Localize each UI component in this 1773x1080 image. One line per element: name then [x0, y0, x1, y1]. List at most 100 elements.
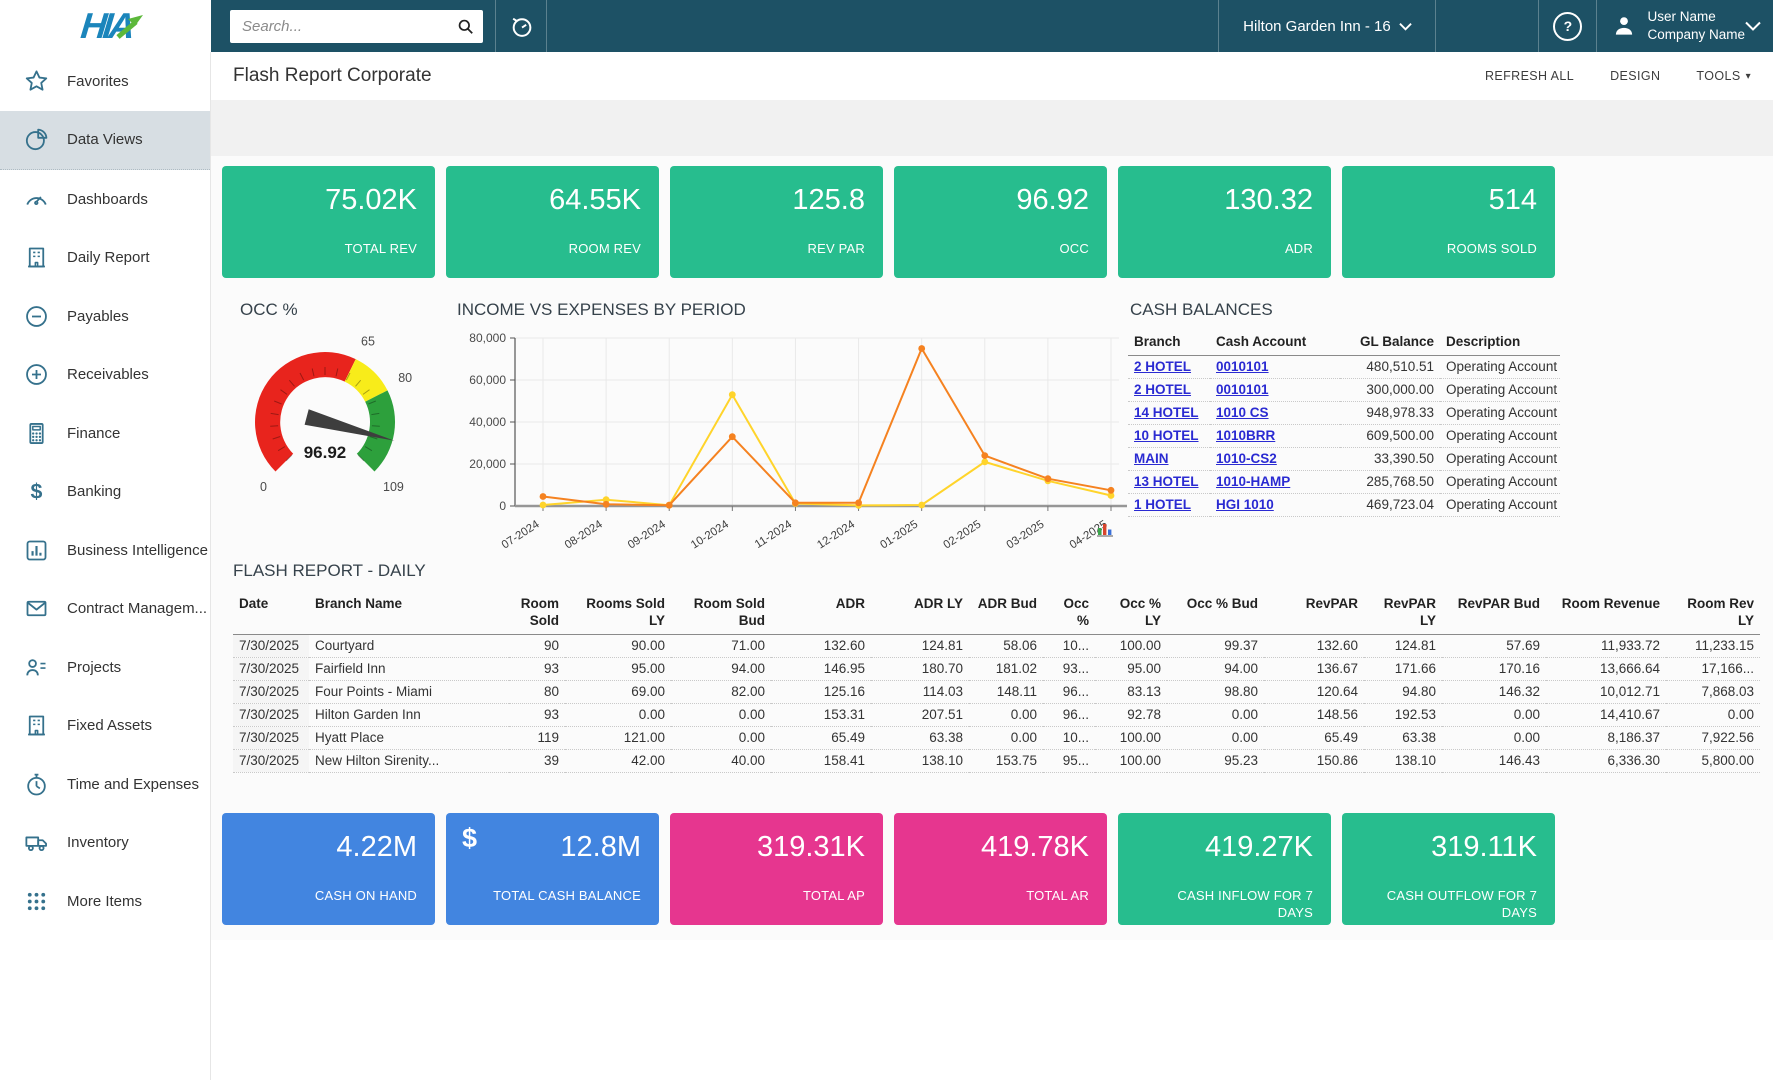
kpi-card-cash-inflow-for-7-days[interactable]: 419.27KCASH INFLOW FOR 7 DAYS — [1118, 813, 1331, 925]
company-name: Company Name — [1647, 26, 1745, 44]
chart-context-menu-icon[interactable] — [1096, 520, 1114, 538]
table-cell: 146.32 — [1442, 680, 1546, 703]
expand-panel-button[interactable] — [1745, 21, 1761, 32]
sidebar-item-contract-managem[interactable]: Contract Managem... — [0, 580, 210, 639]
table-row: 2 HOTEL0010101300,000.00Operating Accoun… — [1128, 378, 1560, 401]
kpi-value: 4.22M — [336, 831, 417, 864]
user-icon — [1611, 13, 1637, 39]
kpi-card-total-ar[interactable]: 419.78KTOTAL AR — [894, 813, 1107, 925]
truck-icon — [22, 829, 50, 857]
kpi-card-total-cash-balance[interactable]: $12.8MTOTAL CASH BALANCE — [446, 813, 659, 925]
separator — [546, 0, 547, 52]
sidebar-item-label: Inventory — [67, 834, 129, 851]
table-row: 10 HOTEL1010BRR609,500.00Operating Accou… — [1128, 424, 1560, 447]
hotel-selector-dropdown[interactable]: Hilton Garden Inn - 16 — [1219, 0, 1435, 52]
svg-text:03-2025: 03-2025 — [1005, 518, 1047, 551]
table-cell: Four Points - Miami — [309, 680, 509, 703]
table-cell: 148.56 — [1264, 703, 1364, 726]
column-header: Room Rev LY — [1666, 592, 1760, 634]
person-list-icon — [22, 653, 50, 681]
sidebar-item-dashboards[interactable]: Dashboards — [0, 170, 210, 229]
cash-account-link[interactable]: 0010101 — [1216, 359, 1269, 374]
table-cell: 153.31 — [771, 703, 871, 726]
cash-account-link[interactable]: 1010BRR — [1216, 428, 1275, 443]
table-cell: 13,666.64 — [1546, 657, 1666, 680]
user-menu[interactable]: User Name Company Name — [1611, 8, 1745, 44]
column-header: ADR Bud — [969, 592, 1043, 634]
cash-account-link[interactable]: HGI 1010 — [1216, 497, 1274, 512]
kpi-card-occ[interactable]: 96.92OCC — [894, 166, 1107, 278]
separator — [1435, 0, 1436, 52]
search-icon[interactable] — [456, 17, 475, 36]
kpi-card-cash-on-hand[interactable]: 4.22MCASH ON HAND — [222, 813, 435, 925]
sidebar-item-more-items[interactable]: More Items — [0, 872, 210, 931]
sidebar-item-payables[interactable]: Payables — [0, 287, 210, 346]
sidebar-item-daily-report[interactable]: Daily Report — [0, 229, 210, 288]
table-cell: 63.38 — [1364, 726, 1442, 749]
flash-report-title: FLASH REPORT - DAILY — [233, 561, 426, 581]
sidebar-item-banking[interactable]: $Banking — [0, 463, 210, 522]
table-cell: 95... — [1043, 749, 1095, 772]
sidebar-item-fixed-assets[interactable]: Fixed Assets — [0, 697, 210, 756]
tools-button[interactable]: TOOLS ▾ — [1696, 69, 1751, 83]
sidebar-item-receivables[interactable]: Receivables — [0, 346, 210, 405]
plus-circle-icon — [22, 361, 50, 389]
table-cell: 181.02 — [969, 657, 1043, 680]
sidebar-item-inventory[interactable]: Inventory — [0, 814, 210, 873]
kpi-card-total-ap[interactable]: 319.31KTOTAL AP — [670, 813, 883, 925]
cash-account-link[interactable]: 1010-HAMP — [1216, 474, 1290, 489]
kpi-card-cash-outflow-for-7-days[interactable]: 319.11KCASH OUTFLOW FOR 7 DAYS — [1342, 813, 1555, 925]
help-button[interactable]: ? — [1539, 0, 1596, 52]
table-cell: 39 — [509, 749, 565, 772]
refresh-all-button[interactable]: REFRESH ALL — [1485, 69, 1574, 83]
kpi-card-room-rev[interactable]: 64.55KROOM REV — [446, 166, 659, 278]
kpi-card-total-rev[interactable]: 75.02KTOTAL REV — [222, 166, 435, 278]
table-cell: 7,922.56 — [1666, 726, 1760, 749]
table-cell: Operating Account — [1440, 493, 1560, 516]
branch-link[interactable]: 2 HOTEL — [1134, 382, 1191, 397]
column-header: ADR LY — [871, 592, 969, 634]
table-cell: 480,510.51 — [1340, 355, 1440, 378]
sidebar-item-finance[interactable]: Finance — [0, 404, 210, 463]
table-cell: 83.13 — [1095, 680, 1167, 703]
table-cell: 114.03 — [871, 680, 969, 703]
sidebar-item-business-intelligence[interactable]: Business Intelligence — [0, 521, 210, 580]
cash-account-link[interactable]: 1010-CS2 — [1216, 451, 1277, 466]
sidebar-item-time-and-expenses[interactable]: Time and Expenses — [0, 755, 210, 814]
branch-link[interactable]: 13 HOTEL — [1134, 474, 1199, 489]
branch-link[interactable]: 2 HOTEL — [1134, 359, 1191, 374]
table-cell: 95.23 — [1167, 749, 1264, 772]
table-row: 7/30/2025Hyatt Place119121.000.0065.4963… — [233, 726, 1760, 749]
kpi-value: 130.32 — [1224, 184, 1313, 217]
sidebar-item-projects[interactable]: Projects — [0, 638, 210, 697]
table-cell: 65.49 — [1264, 726, 1364, 749]
svg-text:0: 0 — [499, 499, 506, 513]
kpi-card-rooms-sold[interactable]: 514ROOMS SOLD — [1342, 166, 1555, 278]
branch-link[interactable]: 1 HOTEL — [1134, 497, 1191, 512]
app-logo[interactable]: HIA — [0, 0, 211, 52]
sidebar-item-data-views[interactable]: Data Views — [0, 111, 210, 171]
contract-icon — [22, 595, 50, 623]
branch-link[interactable]: 14 HOTEL — [1134, 405, 1199, 420]
cash-account-link[interactable]: 0010101 — [1216, 382, 1269, 397]
sidebar-item-favorites[interactable]: Favorites — [0, 52, 210, 111]
kpi-label: TOTAL CASH BALANCE — [493, 888, 641, 905]
branch-link[interactable]: 10 HOTEL — [1134, 428, 1199, 443]
search-input[interactable] — [240, 17, 456, 36]
branch-link[interactable]: MAIN — [1134, 451, 1169, 466]
kpi-card-rev-par[interactable]: 125.8REV PAR — [670, 166, 883, 278]
table-cell: 90.00 — [565, 634, 671, 657]
table-cell: 7/30/2025 — [233, 726, 309, 749]
table-cell: New Hilton Sirenity... — [309, 749, 509, 772]
kpi-top-row: 75.02KTOTAL REV64.55KROOM REV125.8REV PA… — [222, 166, 1555, 278]
design-button[interactable]: DESIGN — [1610, 69, 1660, 83]
timer-button[interactable] — [496, 0, 546, 52]
table-cell: 146.95 — [771, 657, 871, 680]
column-header: RevPAR Bud — [1442, 592, 1546, 634]
table-cell: 119 — [509, 726, 565, 749]
column-header: Room Sold Bud — [671, 592, 771, 634]
gauge-icon — [22, 185, 50, 213]
kpi-card-adr[interactable]: 130.32ADR — [1118, 166, 1331, 278]
table-row: 1 HOTELHGI 1010469,723.04Operating Accou… — [1128, 493, 1560, 516]
cash-account-link[interactable]: 1010 CS — [1216, 405, 1269, 420]
